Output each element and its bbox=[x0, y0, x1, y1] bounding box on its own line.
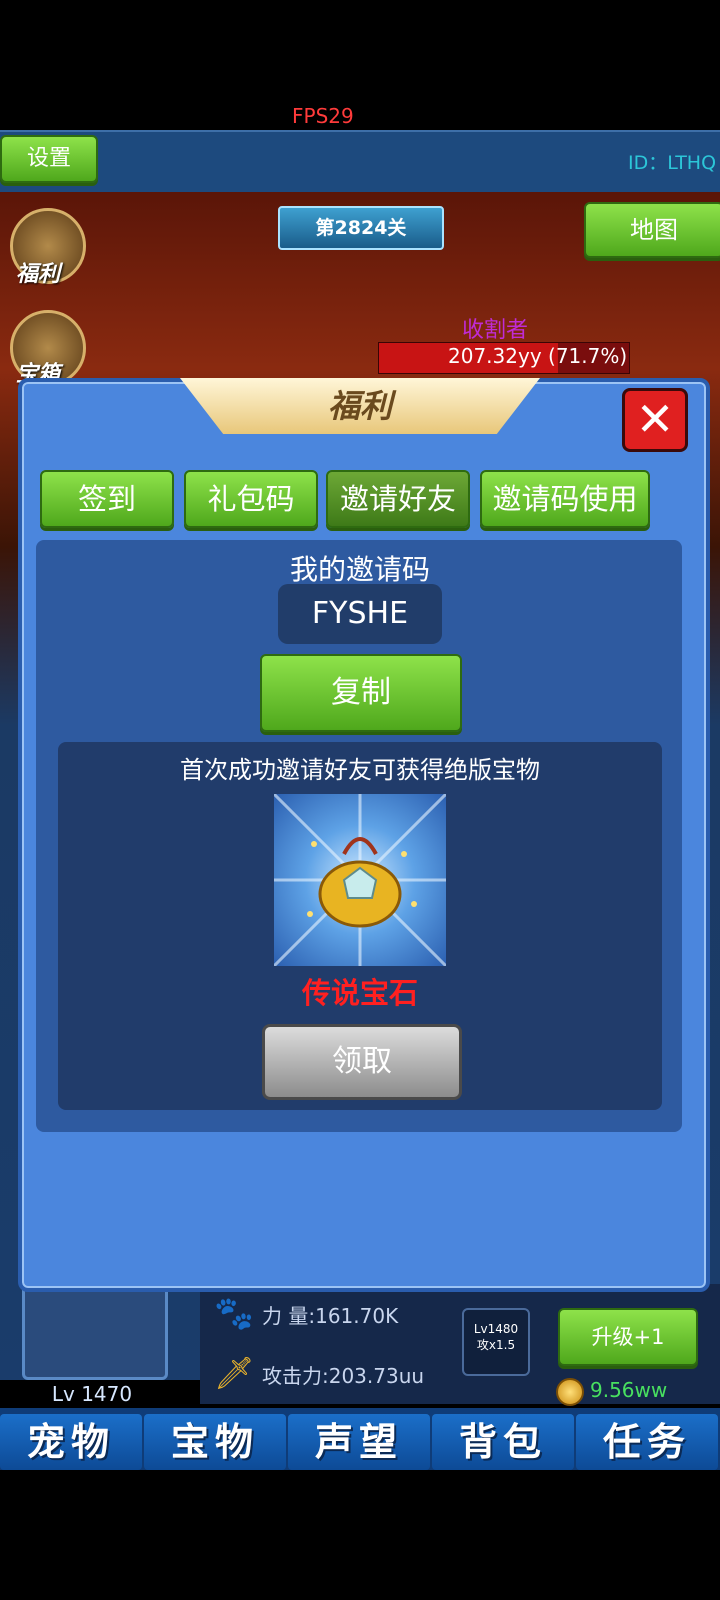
tab-gift-code[interactable]: 礼包码 bbox=[184, 470, 318, 528]
nav-backpack[interactable]: 背包 bbox=[432, 1414, 574, 1470]
legendary-gem-icon bbox=[272, 792, 448, 968]
invite-code: FYSHE bbox=[278, 584, 442, 644]
coin-icon bbox=[556, 1378, 584, 1406]
skill-card[interactable]: Lv1480 攻x1.5 bbox=[462, 1308, 530, 1376]
boss-hp-text: 207.32yy (71.7%) bbox=[448, 344, 628, 368]
tab-invite-friends[interactable]: 邀请好友 bbox=[326, 470, 470, 528]
reward-description: 首次成功邀请好友可获得绝版宝物 bbox=[180, 756, 540, 784]
skill-card-bonus: 攻x1.5 bbox=[476, 1338, 516, 1352]
copy-button[interactable]: 复制 bbox=[260, 654, 462, 732]
nav-pet[interactable]: 宠物 bbox=[0, 1414, 142, 1470]
reward-name: 传说宝石 bbox=[301, 976, 418, 1010]
my-invite-code-label: 我的邀请码 bbox=[289, 553, 430, 586]
settings-button[interactable]: 设置 bbox=[0, 135, 98, 183]
boss-name: 收割者 bbox=[462, 318, 529, 343]
top-bar bbox=[0, 130, 720, 192]
tab-signin[interactable]: 签到 bbox=[40, 470, 174, 528]
welfare-label: 福利 bbox=[16, 262, 61, 287]
pet-portrait[interactable] bbox=[22, 1284, 168, 1380]
attack-stat: 攻击力:203.73uu bbox=[262, 1364, 425, 1388]
upgrade-button[interactable]: 升级+1 bbox=[558, 1308, 698, 1366]
dialog-title: 福利 bbox=[180, 378, 540, 434]
player-id: ID：LTHQ bbox=[628, 152, 717, 174]
fps-counter: FPS29 bbox=[292, 104, 354, 128]
tab-use-invite-code[interactable]: 邀请码使用 bbox=[480, 470, 650, 528]
close-button[interactable]: ✕ bbox=[622, 388, 688, 452]
stage-badge: 第2824关 bbox=[278, 206, 444, 250]
nav-tasks[interactable]: 任务 bbox=[576, 1414, 718, 1470]
nav-treasure[interactable]: 宝物 bbox=[144, 1414, 286, 1470]
coin-amount: 9.56ww bbox=[590, 1378, 668, 1402]
nav-reputation[interactable]: 声望 bbox=[288, 1414, 430, 1470]
sword-icon: 🗡 bbox=[214, 1354, 255, 1392]
paw-icon: 🐾 bbox=[214, 1294, 254, 1332]
power-stat: 力 量:161.70K bbox=[262, 1304, 399, 1328]
map-button[interactable]: 地图 bbox=[584, 202, 720, 258]
claim-button[interactable]: 领取 bbox=[262, 1024, 462, 1100]
skill-card-level: Lv1480 bbox=[473, 1322, 519, 1336]
close-icon: ✕ bbox=[635, 392, 675, 446]
pet-level: Lv 1470 bbox=[51, 1382, 133, 1406]
